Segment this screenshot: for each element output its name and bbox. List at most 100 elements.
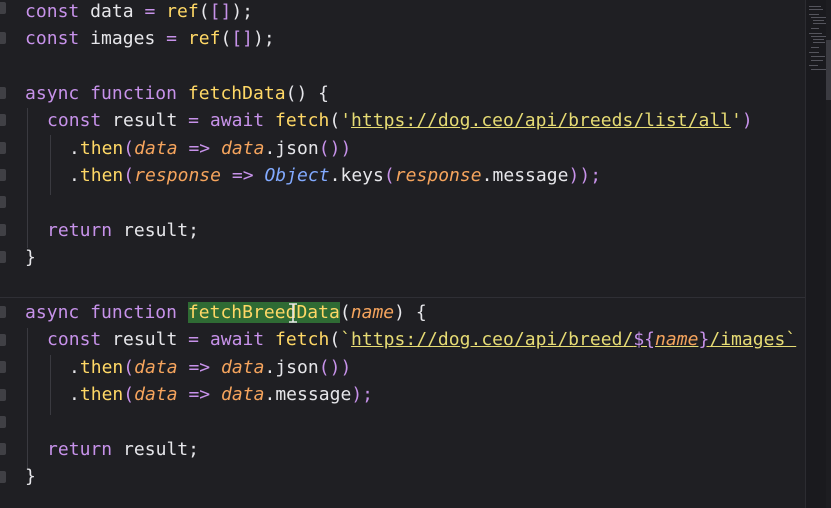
code-line[interactable]: async function fetchBreedData(name) { [25, 299, 427, 326]
punctuation: ) { [394, 302, 427, 323]
quote: ' [731, 110, 742, 131]
identifier: images [79, 28, 167, 49]
identifier: data [79, 1, 145, 22]
function-call: fetch [275, 329, 330, 350]
code-line[interactable]: const result = await fetch('https://dog.… [47, 107, 753, 134]
parameter: response [394, 165, 482, 186]
quote: ' [340, 110, 352, 131]
property: .message [481, 165, 569, 186]
punctuation: ( [123, 165, 135, 186]
punctuation: ( [329, 110, 341, 131]
text-cursor-icon [289, 303, 297, 323]
indent-guide [50, 355, 51, 415]
parameter: data [134, 384, 178, 405]
current-line-border [0, 297, 805, 298]
parameter: name [655, 329, 699, 350]
indent-guide [50, 135, 51, 195]
punctuation: ( [123, 357, 135, 378]
method-call: then [79, 357, 124, 378]
punctuation: ); [231, 1, 254, 22]
arrow: => [221, 165, 265, 186]
code-line[interactable]: .then(data => data.json()) [69, 135, 351, 162]
indent-guide [27, 328, 28, 468]
code-line[interactable]: } [25, 463, 36, 490]
builtin-object: Object [264, 165, 330, 186]
parameter: data [221, 138, 265, 159]
arrow: => [177, 138, 222, 159]
operator: = [188, 329, 200, 350]
code-line[interactable]: .then(data => data.json()) [69, 354, 351, 381]
punctuation: ( [123, 138, 135, 159]
method-call: then [79, 384, 124, 405]
url-link[interactable]: https://dog.ceo/api/breeds/list/all [351, 110, 731, 131]
function-name-selected[interactable]: fetchBreedData [187, 302, 340, 323]
method-call: then [79, 165, 124, 186]
method-call: then [79, 138, 124, 159]
scrollbar-thumb[interactable] [826, 40, 831, 100]
punctuation: ); [253, 28, 275, 49]
code-line[interactable]: .then(response => Object.keys(response.m… [69, 162, 601, 189]
url-link[interactable]: /images` [709, 329, 796, 350]
keyword: await [209, 329, 265, 350]
keyword: async [25, 83, 80, 104]
keyword: const [25, 1, 80, 22]
keyword: return [47, 220, 113, 241]
parameter: data [221, 384, 265, 405]
property: .message [264, 384, 352, 405]
code-line[interactable]: return result; [47, 217, 199, 244]
operator: = [166, 28, 178, 49]
punctuation: ( [220, 28, 232, 49]
function-name: fetchData [187, 83, 286, 104]
punctuation: ); [351, 384, 374, 405]
arrow: => [177, 357, 222, 378]
scrollbar[interactable] [826, 0, 831, 508]
parameter: data [134, 138, 178, 159]
keyword: const [47, 110, 102, 131]
method-call: .json [264, 357, 319, 378]
code-editor[interactable]: const data = ref([]); const images = ref… [0, 0, 831, 508]
parameter: name [350, 302, 395, 323]
backtick: ` [340, 329, 352, 350]
code-line[interactable]: const result = await fetch(`https://dog.… [47, 326, 796, 353]
punctuation: } [25, 247, 36, 268]
punctuation: )); [568, 165, 602, 186]
identifier: result [101, 110, 189, 131]
code-line[interactable]: const images = ref([]); [25, 25, 275, 52]
keyword: async [25, 302, 80, 323]
template-open: ${ [633, 329, 656, 350]
code-line[interactable]: } [25, 244, 36, 271]
code-line[interactable]: async function fetchData() { [25, 80, 329, 107]
function-call: fetch [275, 110, 330, 131]
code-line[interactable]: return result; [47, 436, 199, 463]
method-call: .json [264, 138, 319, 159]
identifier: result [101, 329, 189, 350]
code-line[interactable]: const data = ref([]); [25, 0, 253, 25]
parameter: response [134, 165, 222, 186]
function-call: ref [166, 1, 199, 22]
url-link[interactable]: https://dog.ceo/api/breed/ [351, 329, 633, 350]
punctuation: ()) [318, 138, 352, 159]
identifier: result; [112, 439, 200, 460]
method-call: .keys [329, 165, 384, 186]
keyword: await [209, 110, 265, 131]
code-line[interactable]: .then(data => data.message); [69, 381, 373, 408]
indent-guide [27, 108, 28, 248]
arrow: => [177, 384, 222, 405]
punctuation: ) [741, 110, 753, 131]
operator: = [144, 1, 156, 22]
keyword: function [90, 302, 178, 323]
punctuation: . [69, 138, 80, 159]
punctuation: () { [285, 83, 330, 104]
punctuation: ( [123, 384, 135, 405]
keyword: function [90, 83, 178, 104]
punctuation: ()) [318, 357, 352, 378]
fold-gutter [0, 0, 6, 508]
array-literal: [] [231, 28, 254, 49]
